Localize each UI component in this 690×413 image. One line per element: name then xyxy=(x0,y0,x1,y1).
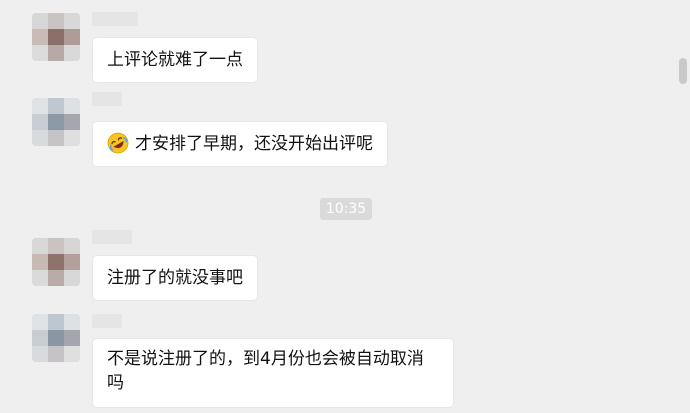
message-text: 不是说注册了的，到4月份也会被自动取消吗 xyxy=(107,349,424,393)
sender-name-blurred xyxy=(92,230,132,244)
avatar[interactable] xyxy=(32,238,80,286)
message-text: 上评论就难了一点 xyxy=(107,50,243,70)
chat-window: 上评论就难了一点 才安排了早期，还没开始出评呢 10:35 注册了的就没事吧 不… xyxy=(0,0,690,413)
sender-name-blurred xyxy=(92,92,122,106)
avatar[interactable] xyxy=(32,98,80,146)
avatar[interactable] xyxy=(32,13,80,61)
message-text: 注册了的就没事吧 xyxy=(107,268,243,288)
chat-scrollbar[interactable] xyxy=(679,58,687,84)
message-bubble[interactable]: 注册了的就没事吧 xyxy=(93,256,257,300)
timestamp: 10:35 xyxy=(320,198,372,220)
message-bubble[interactable]: 才安排了早期，还没开始出评呢 xyxy=(93,122,387,166)
message-bubble[interactable]: 上评论就难了一点 xyxy=(93,38,257,82)
message-bubble[interactable]: 不是说注册了的，到4月份也会被自动取消吗 xyxy=(93,339,453,407)
message-text: 才安排了早期，还没开始出评呢 xyxy=(135,134,373,154)
sender-name-blurred xyxy=(92,12,138,26)
rolling-laughing-emoji-icon xyxy=(107,132,129,154)
avatar[interactable] xyxy=(32,314,80,362)
sender-name-blurred xyxy=(92,314,122,328)
